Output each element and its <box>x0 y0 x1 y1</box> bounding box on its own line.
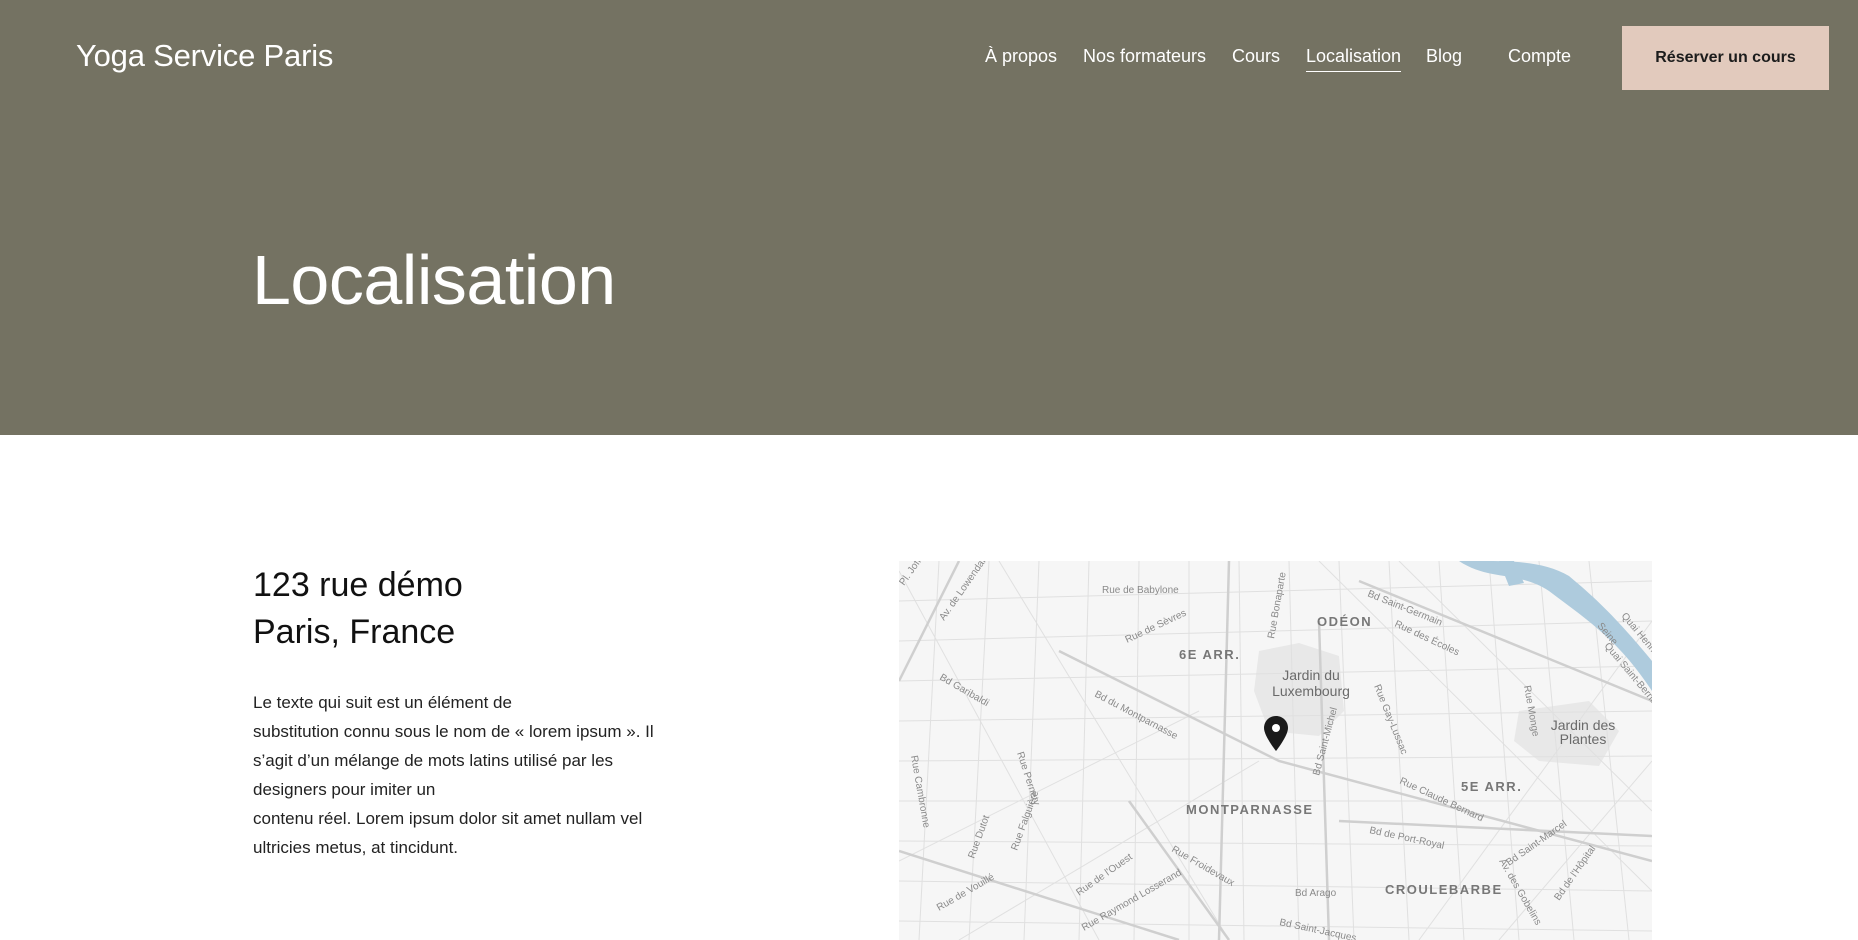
map-street-label: Bd Arago <box>1295 888 1337 899</box>
hero-banner: Yoga Service Paris À propos Nos formateu… <box>0 0 1858 435</box>
nav-link-a-propos[interactable]: À propos <box>985 44 1057 68</box>
description-line: s’agit d’un mélange de mots latins utili… <box>253 751 614 770</box>
page-title: Localisation <box>252 241 616 319</box>
map-canvas[interactable]: 6E ARR. 5E ARR. ODÉON MONTPARNASSE CROUL… <box>899 561 1652 940</box>
map-district-label: ODÉON <box>1317 614 1372 629</box>
nav-link-compte[interactable]: Compte <box>1508 44 1571 68</box>
map-district-label: MONTPARNASSE <box>1186 802 1314 817</box>
nav-link-blog[interactable]: Blog <box>1426 44 1462 68</box>
main-navigation: À propos Nos formateurs Cours Localisati… <box>0 44 1858 74</box>
book-class-button[interactable]: Réserver un cours <box>1622 26 1829 90</box>
map-district-label: 5E ARR. <box>1461 779 1522 794</box>
address-line: Paris, France <box>253 613 456 651</box>
nav-link-nos-formateurs[interactable]: Nos formateurs <box>1083 44 1206 68</box>
description-line: Le texte qui suit est un élément de <box>253 693 512 712</box>
location-description: Le texte qui suit est un élément de subs… <box>253 688 693 862</box>
nav-link-localisation[interactable]: Localisation <box>1306 44 1402 72</box>
description-line: ultricies metus, at tincidunt. <box>253 838 459 857</box>
map-park-label: Jardin du <box>1282 667 1340 683</box>
description-line: designers pour imiter un <box>253 780 436 799</box>
address-line: 123 rue démo <box>253 566 463 604</box>
description-line: substitution connu sous le nom de « lore… <box>253 722 654 741</box>
map-street-label: Rue de Babylone <box>1102 585 1179 596</box>
nav-link-cours[interactable]: Cours <box>1232 44 1280 68</box>
map-district-label: CROULEBARBE <box>1385 882 1503 897</box>
location-map[interactable]: 6E ARR. 5E ARR. ODÉON MONTPARNASSE CROUL… <box>899 561 1652 940</box>
map-park-label: Luxembourg <box>1272 683 1350 699</box>
map-park-label: Plantes <box>1560 731 1607 747</box>
description-line: contenu réel. Lorem ipsum dolor sit amet… <box>253 809 643 828</box>
map-district-label: 6E ARR. <box>1179 647 1240 662</box>
address-heading: 123 rue démo Paris, France <box>253 562 463 656</box>
